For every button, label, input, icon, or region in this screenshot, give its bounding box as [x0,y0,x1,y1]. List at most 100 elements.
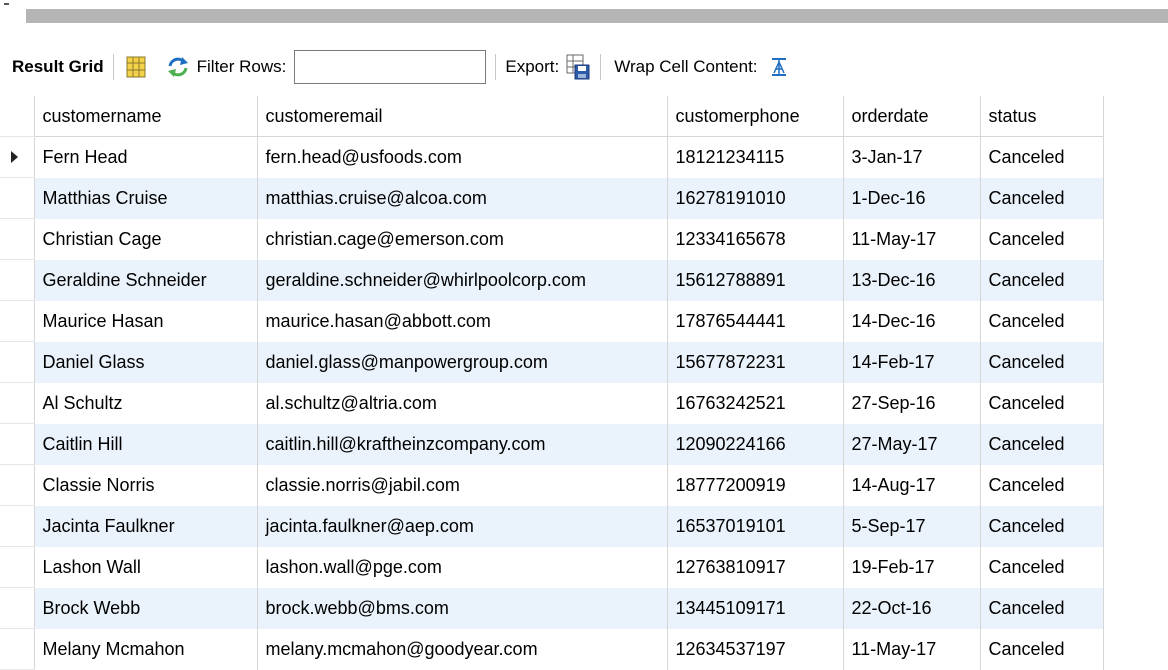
grid-cell-orderdate[interactable]: 27-May-17 [843,423,981,465]
table-row[interactable]: Fern Head fern.head@usfoods.com 1812123411… [0,136,1104,178]
grid-cell-orderdate[interactable]: 22-Oct-16 [843,587,981,629]
grid-cell-customerphone[interactable]: 15677872231 [667,341,844,383]
table-row[interactable]: Brock Webb brock.webb@bms.com 13445109171 2… [0,587,1104,629]
grid-cell-status[interactable]: Canceled [980,628,1104,670]
table-row[interactable]: Jacinta Faulkner jacinta.faulkner@aep.com… [0,505,1104,547]
export-icon[interactable] [565,54,591,80]
grid-cell-customername[interactable]: Matthias Cruise [34,177,258,219]
table-row[interactable]: Lashon Wall lashon.wall@pge.com 1276381091… [0,546,1104,588]
grid-cell-customerphone[interactable]: 13445109171 [667,587,844,629]
grid-cell-customeremail[interactable]: melany.mcmahon@goodyear.com [257,628,668,670]
column-header[interactable]: orderdate [843,96,981,137]
row-selector[interactable] [0,546,35,588]
grid-cell-orderdate[interactable]: 13-Dec-16 [843,259,981,301]
grid-cell-customername[interactable]: Brock Webb [34,587,258,629]
grid-cell-customername[interactable]: Fern Head [34,136,258,178]
grid-cell-orderdate[interactable]: 1-Dec-16 [843,177,981,219]
grid-cell-customerphone[interactable]: 16278191010 [667,177,844,219]
row-selector[interactable] [0,300,35,342]
refresh-icon[interactable] [165,54,191,80]
grid-cell-customeremail[interactable]: lashon.wall@pge.com [257,546,668,588]
grid-cell-customerphone[interactable]: 16763242521 [667,382,844,424]
grid-cell-customeremail[interactable]: geraldine.schneider@whirlpoolcorp.com [257,259,668,301]
grid-toggle-icon[interactable] [123,54,149,80]
grid-cell-customeremail[interactable]: al.schultz@altria.com [257,382,668,424]
grid-cell-customerphone[interactable]: 12634537197 [667,628,844,670]
column-header[interactable]: customeremail [257,96,668,137]
filter-rows-input[interactable] [294,50,487,84]
row-selector[interactable] [0,423,35,465]
table-row[interactable]: Geraldine Schneider geraldine.schneider@w… [0,259,1104,301]
row-selector[interactable] [0,628,35,670]
table-row[interactable]: Daniel Glass daniel.glass@manpowergroup.c… [0,341,1104,383]
grid-cell-customername[interactable]: Christian Cage [34,218,258,260]
grid-cell-customeremail[interactable]: classie.norris@jabil.com [257,464,668,506]
grid-cell-customername[interactable]: Lashon Wall [34,546,258,588]
grid-cell-customerphone[interactable]: 12334165678 [667,218,844,260]
panel-splitter[interactable] [26,9,1168,23]
grid-cell-orderdate[interactable]: 19-Feb-17 [843,546,981,588]
grid-cell-customerphone[interactable]: 17876544441 [667,300,844,342]
grid-cell-customername[interactable]: Geraldine Schneider [34,259,258,301]
grid-cell-customername[interactable]: Al Schultz [34,382,258,424]
grid-cell-status[interactable]: Canceled [980,587,1104,629]
grid-cell-status[interactable]: Canceled [980,218,1104,260]
wrap-cell-icon[interactable] [766,54,792,80]
grid-cell-status[interactable]: Canceled [980,505,1104,547]
grid-cell-customerphone[interactable]: 12763810917 [667,546,844,588]
row-selector[interactable] [0,464,35,506]
grid-cell-customername[interactable]: Jacinta Faulkner [34,505,258,547]
grid-cell-status[interactable]: Canceled [980,546,1104,588]
grid-cell-customerphone[interactable]: 18121234115 [667,136,844,178]
grid-cell-status[interactable]: Canceled [980,423,1104,465]
table-row[interactable]: Melany Mcmahon melany.mcmahon@goodyear.co… [0,628,1104,670]
grid-cell-customeremail[interactable]: matthias.cruise@alcoa.com [257,177,668,219]
grid-cell-status[interactable]: Canceled [980,341,1104,383]
grid-cell-status[interactable]: Canceled [980,177,1104,219]
grid-cell-customerphone[interactable]: 16537019101 [667,505,844,547]
grid-cell-customeremail[interactable]: fern.head@usfoods.com [257,136,668,178]
grid-cell-status[interactable]: Canceled [980,300,1104,342]
table-row[interactable]: Classie Norris classie.norris@jabil.com 18… [0,464,1104,506]
grid-cell-orderdate[interactable]: 5-Sep-17 [843,505,981,547]
grid-cell-status[interactable]: Canceled [980,382,1104,424]
grid-cell-customerphone[interactable]: 18777200919 [667,464,844,506]
row-selector[interactable] [0,382,35,424]
row-selector[interactable] [0,177,35,219]
grid-cell-orderdate[interactable]: 14-Dec-16 [843,300,981,342]
grid-cell-status[interactable]: Canceled [980,259,1104,301]
row-selector[interactable] [0,136,35,178]
grid-cell-orderdate[interactable]: 27-Sep-16 [843,382,981,424]
row-selector[interactable] [0,218,35,260]
grid-cell-customeremail[interactable]: christian.cage@emerson.com [257,218,668,260]
grid-cell-orderdate[interactable]: 3-Jan-17 [843,136,981,178]
grid-cell-customeremail[interactable]: maurice.hasan@abbott.com [257,300,668,342]
grid-cell-orderdate[interactable]: 11-May-17 [843,218,981,260]
grid-cell-status[interactable]: Canceled [980,136,1104,178]
grid-cell-customerphone[interactable]: 15612788891 [667,259,844,301]
row-selector[interactable] [0,341,35,383]
row-selector[interactable] [0,259,35,301]
grid-cell-customerphone[interactable]: 12090224166 [667,423,844,465]
grid-cell-customeremail[interactable]: daniel.glass@manpowergroup.com [257,341,668,383]
table-row[interactable]: Caitlin Hill caitlin.hill@kraftheinzcompa… [0,423,1104,465]
grid-cell-customername[interactable]: Caitlin Hill [34,423,258,465]
grid-cell-orderdate[interactable]: 14-Feb-17 [843,341,981,383]
grid-cell-customeremail[interactable]: caitlin.hill@kraftheinzcompany.com [257,423,668,465]
grid-cell-customeremail[interactable]: brock.webb@bms.com [257,587,668,629]
table-row[interactable]: Al Schultz al.schultz@altria.com 167632425… [0,382,1104,424]
grid-cell-customername[interactable]: Melany Mcmahon [34,628,258,670]
column-header[interactable]: customername [34,96,258,137]
column-header[interactable]: status [980,96,1104,137]
table-row[interactable]: Maurice Hasan maurice.hasan@abbott.com 178… [0,300,1104,342]
grid-cell-status[interactable]: Canceled [980,464,1104,506]
table-row[interactable]: Christian Cage christian.cage@emerson.com… [0,218,1104,260]
column-header[interactable]: customerphone [667,96,844,137]
table-row[interactable]: Matthias Cruise matthias.cruise@alcoa.com… [0,177,1104,219]
row-selector[interactable] [0,505,35,547]
grid-cell-orderdate[interactable]: 14-Aug-17 [843,464,981,506]
grid-cell-customername[interactable]: Classie Norris [34,464,258,506]
grid-cell-customeremail[interactable]: jacinta.faulkner@aep.com [257,505,668,547]
row-selector[interactable] [0,587,35,629]
grid-cell-customername[interactable]: Daniel Glass [34,341,258,383]
